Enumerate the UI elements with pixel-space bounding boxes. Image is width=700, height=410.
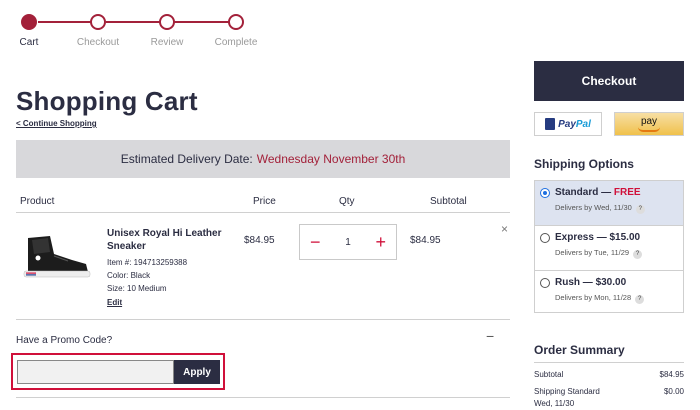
shipping-option-name: Express — $15.00 [555, 232, 641, 243]
increase-qty-button[interactable]: + [375, 233, 386, 251]
summary-row-shipping-date: Wed, 11/30 [534, 399, 684, 408]
header-price: Price [253, 196, 276, 207]
step-review[interactable]: Review [137, 14, 197, 48]
delivery-banner: Estimated Delivery Date: Wednesday Novem… [16, 140, 510, 178]
step-dot [159, 14, 175, 30]
help-icon[interactable]: ? [635, 205, 645, 214]
delivery-date: Wednesday November 30th [256, 152, 406, 166]
step-label: Review [150, 37, 184, 48]
amazon-pay-label: pay [640, 115, 658, 127]
radio-unselected[interactable] [540, 278, 550, 288]
quantity-stepper: − 1 + [299, 224, 397, 260]
paypal-label-pay: Pay [558, 118, 576, 130]
step-dot [228, 14, 244, 30]
remove-item-icon[interactable]: × [501, 222, 508, 236]
shipping-option-delivery: Delivers by Wed, 11/30? [555, 203, 645, 214]
amazon-pay-button[interactable]: pay [614, 112, 684, 136]
step-label: Cart [19, 37, 39, 48]
shipping-option-name: Rush — $30.00 [555, 277, 627, 288]
summary-value: $0.00 [663, 387, 684, 396]
shipping-options-title: Shipping Options [534, 157, 634, 171]
step-checkout[interactable]: Checkout [68, 14, 128, 48]
product-item-number: Item #: 194713259388 [107, 258, 188, 267]
step-label: Checkout [76, 37, 120, 48]
summary-row-shipping: Shipping Standard $0.00 [534, 387, 684, 396]
radio-unselected[interactable] [540, 233, 550, 243]
quantity-value[interactable]: 1 [345, 237, 351, 248]
step-dot [90, 14, 106, 30]
checkout-progress: Cart Checkout Review Complete [14, 14, 274, 59]
checkout-button[interactable]: Checkout [534, 61, 684, 101]
step-dot [21, 14, 37, 30]
shipping-option-rush[interactable]: Rush — $30.00 Delivers by Mon, 11/28? [535, 271, 683, 315]
amazon-smile-icon [638, 127, 660, 132]
summary-row-subtotal: Subtotal $84.95 [534, 370, 684, 379]
divider [534, 362, 684, 363]
product-name[interactable]: Unisex Royal Hi Leather Sneaker [107, 227, 237, 253]
step-label: Complete [214, 37, 258, 48]
promo-title: Have a Promo Code? [16, 335, 113, 346]
shipping-option-express[interactable]: Express — $15.00 Delivers by Tue, 11/29? [535, 226, 683, 270]
summary-value: $84.95 [659, 370, 684, 379]
help-icon[interactable]: ? [635, 295, 645, 304]
product-size: Size: 10 Medium [107, 284, 167, 293]
promo-code-input[interactable] [17, 360, 174, 384]
shipping-options: Standard — FREE Delivers by Wed, 11/30? … [534, 180, 684, 313]
divider [16, 319, 510, 320]
header-qty: Qty [339, 196, 355, 207]
decrease-qty-button[interactable]: − [310, 233, 321, 251]
delivery-label: Estimated Delivery Date: [120, 152, 253, 166]
divider [16, 212, 510, 213]
summary-label: Wed, 11/30 [534, 399, 575, 408]
apply-promo-button[interactable]: Apply [174, 360, 220, 384]
divider [16, 397, 510, 398]
order-summary-title: Order Summary [534, 343, 625, 357]
header-subtotal: Subtotal [430, 196, 467, 207]
continue-shopping-link[interactable]: < Continue Shopping [16, 119, 97, 128]
product-image[interactable] [20, 234, 92, 280]
paypal-button[interactable]: Pay Pal [534, 112, 602, 136]
shipping-option-name: Standard — FREE [555, 187, 641, 198]
edit-item-link[interactable]: Edit [107, 298, 122, 307]
step-cart[interactable]: Cart [0, 14, 59, 48]
product-color: Color: Black [107, 271, 151, 280]
shipping-option-delivery: Delivers by Mon, 11/28? [555, 293, 645, 304]
help-icon[interactable]: ? [633, 250, 643, 259]
promo-collapse-icon[interactable]: − [486, 328, 494, 344]
radio-selected[interactable] [540, 188, 550, 198]
header-product: Product [20, 196, 55, 207]
shipping-option-standard[interactable]: Standard — FREE Delivers by Wed, 11/30? [535, 181, 683, 225]
summary-label: Subtotal [534, 370, 564, 379]
paypal-label-pal: Pal [575, 118, 591, 130]
paypal-icon [545, 118, 556, 130]
step-complete[interactable]: Complete [206, 14, 266, 48]
item-price: $84.95 [244, 235, 275, 246]
shipping-option-delivery: Delivers by Tue, 11/29? [555, 248, 643, 259]
item-subtotal: $84.95 [410, 235, 441, 246]
summary-label: Shipping Standard [534, 387, 600, 396]
page-title: Shopping Cart [16, 86, 198, 116]
